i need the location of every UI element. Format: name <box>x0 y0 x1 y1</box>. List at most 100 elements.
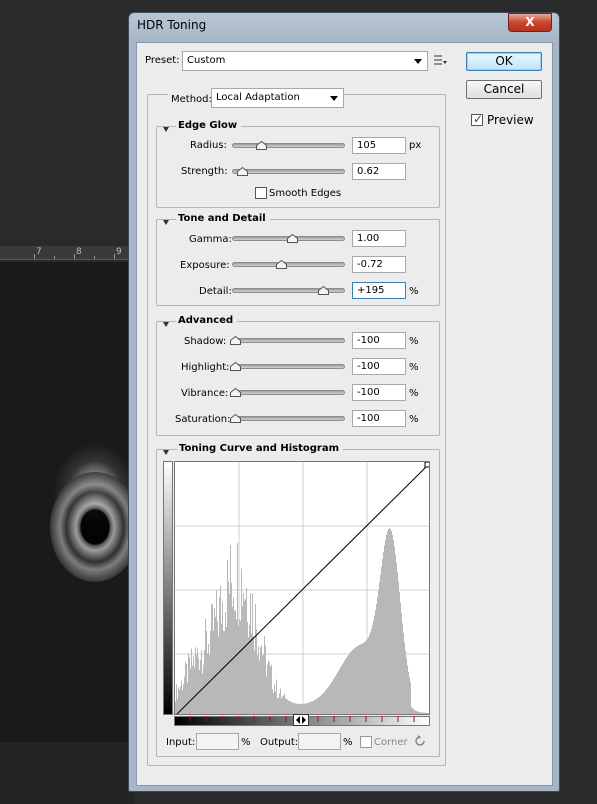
histogram-bar <box>386 534 387 714</box>
collapse-triangle-icon[interactable] <box>163 127 169 132</box>
histogram-bar <box>429 713 430 715</box>
histogram-bar <box>380 574 381 714</box>
histogram-bar <box>396 562 397 714</box>
corner-checkbox[interactable] <box>360 736 372 748</box>
histogram-bar <box>277 698 278 714</box>
cancel-button[interactable]: Cancel <box>466 80 542 99</box>
histogram-bar <box>196 654 197 714</box>
radius-slider-track[interactable] <box>232 143 345 148</box>
histogram-bar <box>218 636 219 714</box>
strength-field[interactable]: 0.62 <box>352 163 406 180</box>
exposure-slider-track[interactable] <box>232 262 345 267</box>
histogram-bar <box>240 620 241 714</box>
method-label: Method: <box>168 94 215 105</box>
histogram-bar <box>353 649 354 714</box>
smooth-edges-checkbox[interactable] <box>255 187 267 199</box>
histogram-bar <box>382 559 383 714</box>
collapse-triangle-icon[interactable] <box>163 322 169 327</box>
highlight-label: Highlight: <box>181 362 230 373</box>
shadow-slider-thumb[interactable] <box>230 336 241 345</box>
output-field[interactable] <box>298 733 341 750</box>
histogram-bar <box>314 700 315 714</box>
saturation-slider-thumb[interactable] <box>230 414 241 423</box>
ruler: 7 8 9 <box>0 246 140 260</box>
histogram-bar <box>220 585 221 714</box>
histogram-bar <box>374 615 375 714</box>
histogram-bar <box>370 632 371 714</box>
histogram-bar <box>269 662 270 714</box>
exposure-slider-thumb[interactable] <box>276 260 288 269</box>
shadow-label: Shadow: <box>184 336 227 347</box>
histogram-bar <box>310 702 311 714</box>
histogram-bar <box>227 559 228 714</box>
radius-field[interactable]: 105 <box>352 137 406 154</box>
saturation-slider-track[interactable] <box>232 416 345 421</box>
collapse-triangle-icon[interactable] <box>163 220 169 225</box>
histogram-bar <box>404 641 405 714</box>
preview-checkbox[interactable] <box>471 112 483 126</box>
reset-curve-icon[interactable] <box>413 734 427 751</box>
histogram-bar <box>405 650 406 714</box>
detail-field[interactable]: +195 <box>352 282 406 299</box>
histogram-bar <box>398 582 399 714</box>
histogram-bar <box>392 534 393 714</box>
method-select[interactable]: Local Adaptation <box>211 88 344 108</box>
shadow-slider-track[interactable] <box>232 338 345 343</box>
collapse-triangle-icon[interactable] <box>163 450 169 455</box>
vibrance-slider-track[interactable] <box>232 390 345 395</box>
highlight-slider-track[interactable] <box>232 364 345 369</box>
output-unit: % <box>343 737 353 748</box>
vibrance-label: Vibrance: <box>181 388 229 399</box>
histogram-bar <box>329 685 330 714</box>
close-button[interactable]: X <box>508 13 552 32</box>
histogram-bar <box>361 643 362 714</box>
histogram-bar <box>219 597 220 714</box>
ok-button[interactable]: OK <box>466 52 542 71</box>
toning-curve-title: Toning Curve and Histogram <box>177 443 344 454</box>
curve-graph[interactable] <box>174 461 430 715</box>
input-label: Input: <box>166 737 196 748</box>
strength-label: Strength: <box>181 166 228 177</box>
histogram-bar <box>394 546 395 714</box>
detail-slider-thumb[interactable] <box>317 286 329 295</box>
image-canvas[interactable] <box>0 262 135 742</box>
exposure-field[interactable]: -0.72 <box>352 256 406 273</box>
histogram-bar <box>229 593 230 714</box>
histogram-bar <box>410 682 411 714</box>
highlight-slider-thumb[interactable] <box>230 362 241 371</box>
shadow-field[interactable]: -100 <box>352 332 406 349</box>
preset-select[interactable]: Custom <box>182 51 428 71</box>
gamma-field[interactable]: 1.00 <box>352 230 406 247</box>
histogram-bar <box>406 658 407 714</box>
highlight-field[interactable]: -100 <box>352 358 406 375</box>
saturation-field[interactable]: -100 <box>352 410 406 427</box>
histogram-bar <box>247 621 248 714</box>
histogram-bar <box>328 686 329 714</box>
strength-slider-track[interactable] <box>232 169 345 174</box>
histogram-bar <box>200 659 201 714</box>
input-field[interactable] <box>196 733 239 750</box>
histogram-bar <box>419 711 420 714</box>
histogram-bar <box>313 700 314 714</box>
histogram-bar <box>276 679 277 714</box>
detail-label: Detail: <box>199 286 232 297</box>
histogram-bar <box>204 650 205 714</box>
histogram-bar <box>403 632 404 714</box>
vibrance-field[interactable]: -100 <box>352 384 406 401</box>
histogram-bar <box>275 691 276 714</box>
strength-slider-thumb[interactable] <box>237 167 249 176</box>
histogram-bar <box>187 682 188 714</box>
vibrance-slider-thumb[interactable] <box>230 388 241 397</box>
radius-slider-thumb[interactable] <box>255 141 267 150</box>
histogram-bar <box>323 692 324 714</box>
histogram-bar <box>222 601 223 714</box>
histogram-bar <box>401 613 402 714</box>
histogram-bar <box>195 647 196 714</box>
histogram-slider-handle[interactable] <box>293 714 309 729</box>
histogram-bar <box>238 626 239 714</box>
preset-options-icon[interactable] <box>434 55 448 69</box>
preview-label: Preview <box>487 113 534 127</box>
preset-value: Custom <box>187 55 226 66</box>
gamma-slider-thumb[interactable] <box>286 234 298 243</box>
histogram-bar <box>217 621 218 714</box>
